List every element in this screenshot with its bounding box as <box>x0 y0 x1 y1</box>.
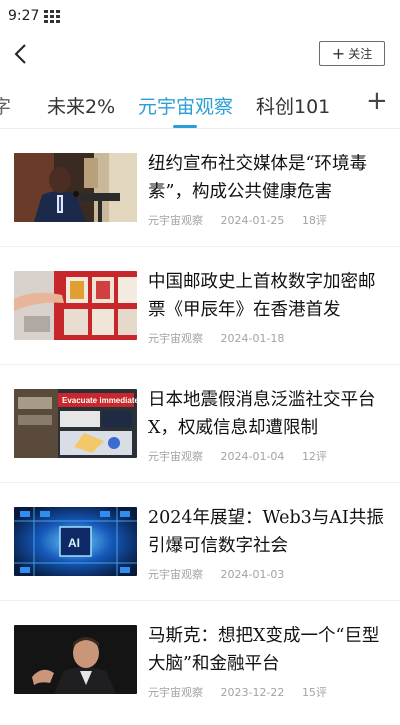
article-item[interactable]: Evacuate immediately! 日本地震假消息泛滥社交平台X，权威信… <box>0 365 400 483</box>
article-source: 元宇宙观察 <box>148 214 203 227</box>
article-thumbnail: Evacuate immediately! <box>14 389 137 458</box>
article-meta: 元宇宙观察 2024-01-03 <box>148 566 312 582</box>
article-meta: 元宇宙观察 2024-01-25 18评 <box>148 212 341 228</box>
active-tab-indicator <box>173 125 197 128</box>
status-bar: 9:27 <box>0 0 400 32</box>
article-item[interactable]: 纽约宣布社交媒体是“环境毒素”，构成公共健康危害 元宇宙观察 2024-01-2… <box>0 129 400 247</box>
follow-label: 关注 <box>348 47 373 61</box>
article-item[interactable]: 马斯克：想把X变成一个“巨型大脑”和金融平台 元宇宙观察 2023-12-22 … <box>0 601 400 719</box>
channel-tab-bar: 字 未来2% 元宇宙观察 科创101 + <box>0 76 400 129</box>
article-thumbnail <box>14 271 137 340</box>
article-date: 2024-01-18 <box>220 332 285 345</box>
article-thumbnail: AI <box>14 507 137 576</box>
tab-kechuang-101[interactable]: 科创101 <box>256 92 330 119</box>
article-source: 元宇宙观察 <box>148 332 203 345</box>
article-title: 纽约宣布社交媒体是“环境毒素”，构成公共健康危害 <box>148 154 367 202</box>
article-date: 2024-01-04 <box>220 450 285 463</box>
article-meta: 元宇宙观察 2023-12-22 15评 <box>148 684 341 700</box>
article-title: 中国邮政史上首枚数字加密邮票《甲辰年》在香港首发 <box>148 272 376 320</box>
tab-future-2-percent[interactable]: 未来2% <box>47 92 115 119</box>
svg-text:Evacuate immediately!: Evacuate immediately! <box>62 396 137 405</box>
article-meta: 元宇宙观察 2024-01-18 <box>148 330 312 346</box>
tab-fade <box>335 76 359 128</box>
article-source: 元宇宙观察 <box>148 686 203 699</box>
article-comment-count: 18评 <box>301 214 327 227</box>
tab-partial[interactable]: 字 <box>0 92 16 119</box>
back-button[interactable] <box>8 40 36 68</box>
article-date: 2024-01-03 <box>220 568 285 581</box>
status-time: 9:27 <box>8 8 40 24</box>
article-date: 2024-01-25 <box>220 214 285 227</box>
svg-text:AI: AI <box>68 536 80 550</box>
article-title: 日本地震假消息泛滥社交平台X，权威信息却遭限制 <box>148 390 376 438</box>
chevron-left-icon <box>14 44 26 64</box>
article-meta: 元宇宙观察 2024-01-04 12评 <box>148 448 341 464</box>
article-comment-count: 15评 <box>301 686 327 699</box>
article-title: 马斯克：想把X变成一个“巨型大脑”和金融平台 <box>148 626 380 674</box>
article-source: 元宇宙观察 <box>148 450 203 463</box>
article-item[interactable]: 中国邮政史上首枚数字加密邮票《甲辰年》在香港首发 元宇宙观察 2024-01-1… <box>0 247 400 365</box>
follow-button[interactable]: + 关注 <box>319 41 385 66</box>
article-source: 元宇宙观察 <box>148 568 203 581</box>
nav-bar: + 关注 <box>0 32 400 76</box>
plus-icon[interactable]: + <box>366 88 388 114</box>
article-thumbnail <box>14 625 137 694</box>
article-date: 2023-12-22 <box>220 686 285 699</box>
tab-metaverse-watch[interactable]: 元宇宙观察 <box>138 92 233 119</box>
article-thumbnail <box>14 153 137 222</box>
article-comment-count: 12评 <box>301 450 327 463</box>
plus-icon: + <box>331 43 346 63</box>
article-item[interactable]: AI 2024年展望：Web3与AI共振引爆可信数字社会 元宇宙观察 2024-… <box>0 483 400 601</box>
app-grid-icon <box>44 10 60 23</box>
article-title: 2024年展望：Web3与AI共振引爆可信数字社会 <box>148 508 384 556</box>
